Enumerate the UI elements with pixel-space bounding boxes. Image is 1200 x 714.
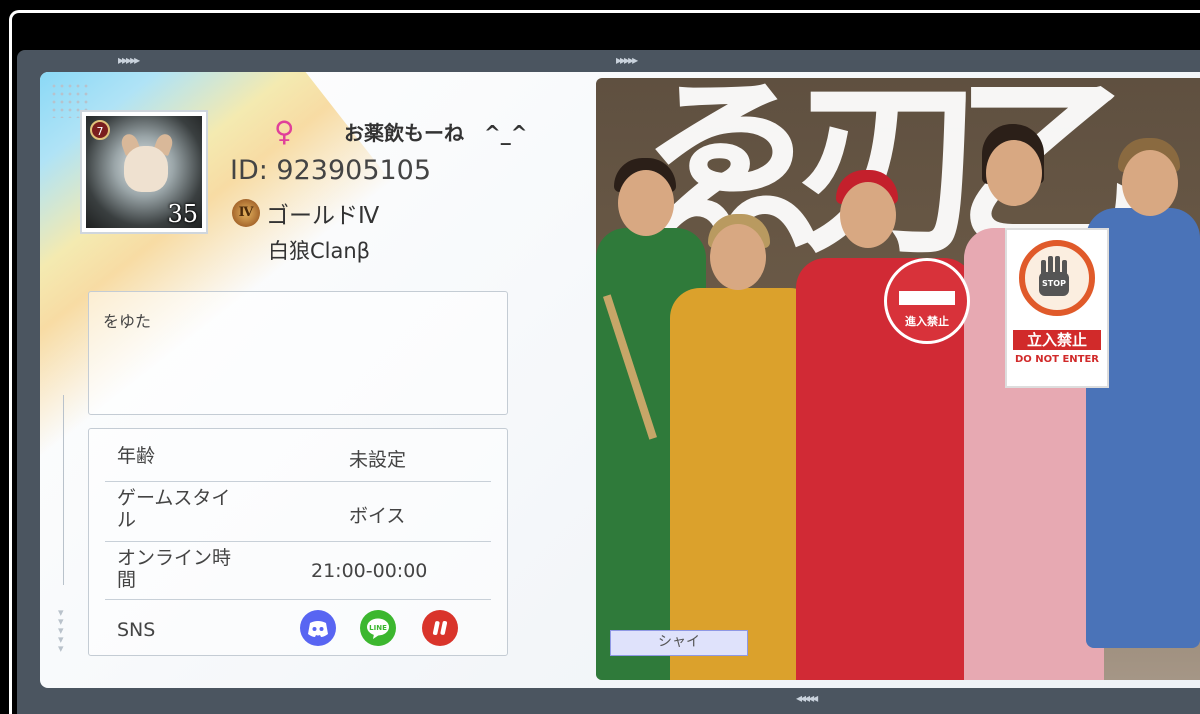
style-label-line1: ゲームスタイ <box>117 487 231 509</box>
side-arrows-icon: ▾ ▾ ▾ ▾ ▾ <box>58 606 64 655</box>
bio-box: をゆた <box>88 291 508 415</box>
info-row-style: ゲームスタイ ル ボイス <box>105 481 491 542</box>
style-label-line2: ル <box>117 509 137 531</box>
photo-caption-tag[interactable]: シャイ <box>610 630 748 656</box>
face <box>1122 150 1178 216</box>
style-value: ボイス <box>349 505 406 527</box>
stop-sign-en: DO NOT ENTER <box>1014 354 1099 365</box>
avatar-badge: 7 <box>90 120 110 140</box>
clan-name[interactable]: 白狼Clanβ <box>268 235 370 265</box>
side-divider <box>63 395 64 585</box>
hand-icon: STOP <box>1039 256 1069 296</box>
avatar[interactable]: 7 35 <box>80 110 208 234</box>
frame-arrows-icon: ▸▸▸▸▸ <box>118 53 140 67</box>
profile-photo[interactable]: ゑ刃乙 <box>596 78 1200 680</box>
player-level: 35 <box>167 200 198 228</box>
face <box>840 182 896 248</box>
no-entry-sign: 進入禁止 <box>884 258 970 344</box>
rank-row: Ⅳ ゴールドⅣ <box>232 196 379 230</box>
female-sign-icon: ♀ <box>274 115 295 148</box>
bio-text: をゆた <box>103 312 152 331</box>
svg-text:LINE: LINE <box>369 624 387 632</box>
line-button[interactable]: LINE <box>360 610 396 646</box>
frame-arrows-icon: ◂◂◂◂◂ <box>796 691 818 705</box>
stop-sign-jp: 立入禁止 <box>1013 330 1101 350</box>
svg-text:STOP: STOP <box>1042 279 1066 288</box>
player-id: ID: 923905105 <box>230 155 432 186</box>
face <box>618 170 674 236</box>
online-label: オンライン時 間 <box>117 547 231 591</box>
face <box>710 224 766 290</box>
style-label: ゲームスタイ ル <box>117 487 230 531</box>
sns-label: SNS <box>117 619 156 641</box>
online-value: 21:00-00:00 <box>311 560 428 582</box>
discord-button[interactable] <box>300 610 336 646</box>
age-label: 年齢 <box>117 445 156 467</box>
avatar-dog-icon <box>124 146 168 192</box>
frame-arrows-icon: ▸▸▸▸▸ <box>616 53 638 67</box>
online-label-line2: 間 <box>117 569 137 591</box>
pause-style-sns-button[interactable] <box>422 610 458 646</box>
discord-icon <box>308 621 328 637</box>
info-row-online: オンライン時 間 21:00-00:00 <box>105 541 491 600</box>
face <box>986 140 1042 206</box>
online-label-line1: オンライン時 <box>117 547 232 569</box>
stop-hand-icon: STOP <box>1019 240 1095 316</box>
no-entry-text: 進入禁止 <box>905 315 949 328</box>
rank-label: ゴールドⅣ <box>266 203 380 229</box>
info-row-age: 年齢 未設定 <box>105 429 491 482</box>
no-entry-bar <box>899 291 955 305</box>
pause-icon <box>432 621 448 635</box>
stop-sign: STOP 立入禁止 DO NOT ENTER <box>1005 228 1109 388</box>
gold-rank-icon: Ⅳ <box>232 199 260 227</box>
age-value: 未設定 <box>349 449 407 471</box>
line-icon: LINE <box>367 618 389 639</box>
player-name: お薬飲もーね ^_^ <box>344 121 528 145</box>
